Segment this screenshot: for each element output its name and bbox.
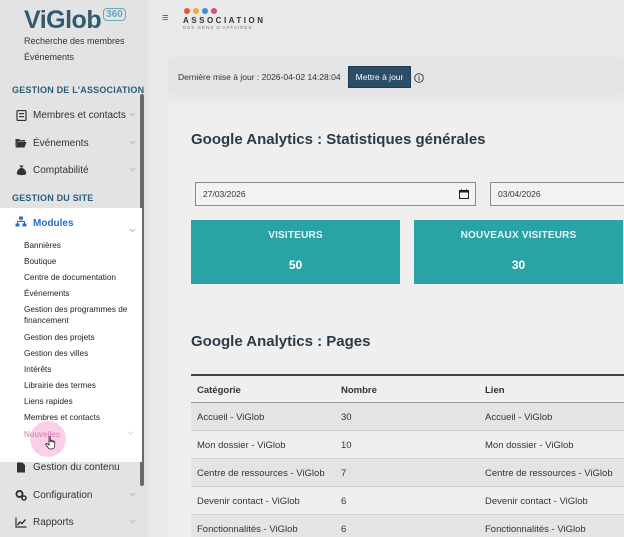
menu-item-label: Gestion du contenu [33, 461, 120, 473]
gears-icon [15, 489, 27, 501]
link-evenements[interactable]: Événements [24, 52, 74, 62]
link-recherche-membres[interactable]: Recherche des membres [24, 36, 125, 46]
date-to-input[interactable]: 03/04/2026 [490, 182, 624, 206]
update-button[interactable]: Mettre à jour [348, 66, 411, 88]
menu-item-comptabilite[interactable]: Comptabilité [0, 158, 142, 182]
chevron-down-icon [129, 221, 136, 239]
date-to-value: 03/04/2026 [498, 189, 541, 199]
line-chart-icon [15, 516, 27, 528]
column-header-categorie[interactable]: Catégorie [197, 385, 241, 396]
submenu-item-liens-rapides[interactable]: Liens rapides [24, 396, 136, 407]
menu-item-label: Événements [33, 137, 89, 149]
association-subtitle: DES GENS D'AFFAIRES [183, 25, 253, 30]
hand-cursor-icon [45, 436, 57, 455]
chevron-down-icon [129, 517, 136, 528]
visitors-value: 50 [288, 258, 303, 272]
date-from-value: 27/03/2026 [203, 189, 246, 199]
cell-nombre: 6 [341, 524, 347, 535]
menu-item-label: Configuration [33, 489, 93, 501]
sidebar: ViGlob 360 Recherche des membres Événeme… [0, 0, 148, 537]
page-icon [15, 461, 27, 473]
section-title-site: GESTION DU SITE [12, 193, 94, 203]
chevron-down-icon [127, 424, 134, 442]
submenu-item-interets[interactable]: Intérêts [24, 364, 136, 375]
submenu-item-bannieres[interactable]: Bannières [24, 240, 136, 251]
cell-nombre: 30 [341, 412, 352, 423]
info-circle-icon[interactable] [414, 70, 424, 88]
column-header-lien[interactable]: Lien [485, 385, 505, 396]
logo-dot [202, 8, 208, 14]
cell-categorie: Fonctionnalités - ViGlob [197, 524, 298, 535]
cell-categorie: Accueil - ViGlob [197, 412, 265, 423]
cell-nombre: 6 [341, 496, 347, 507]
menu-item-evenements[interactable]: Événements [0, 131, 142, 155]
chevron-down-icon [129, 138, 136, 149]
folder-open-icon [15, 137, 27, 149]
menu-item-label: Membres et contacts [33, 109, 126, 121]
new-visitors-card: NOUVEAUX VISITEURS 30 [414, 220, 623, 284]
chevron-down-icon [129, 110, 136, 121]
new-visitors-value: 30 [511, 258, 526, 272]
cell-lien[interactable]: Mon dossier - ViGlob [485, 440, 574, 451]
cell-lien[interactable]: Fonctionnalités - ViGlob [485, 524, 586, 535]
pages-section-title: Google Analytics : Pages [191, 333, 371, 350]
cell-nombre: 7 [341, 468, 347, 479]
table-row: Centre de ressources - ViGlob 7 Centre d… [191, 459, 624, 487]
table-row: Mon dossier - ViGlob 10 Mon dossier - Vi… [191, 431, 624, 459]
association-name: ASSOCIATION [183, 16, 266, 25]
logo-dot [184, 8, 190, 14]
menu-item-rapports[interactable]: Rapports [0, 510, 142, 534]
menu-item-label: Rapports [33, 516, 74, 528]
calendar-icon[interactable] [459, 189, 469, 201]
submenu-item-programmes-financement[interactable]: Gestion des programmes de financement [24, 304, 136, 326]
new-visitors-label: NOUVEAUX VISITEURS [460, 230, 577, 241]
modules-label: Modules [33, 217, 74, 229]
cell-nombre: 10 [341, 440, 352, 451]
chevron-down-icon [129, 165, 136, 176]
visitors-card: VISITEURS 50 [191, 220, 400, 284]
logo-text: ViGlob [24, 5, 102, 34]
submenu-item-gestion-villes[interactable]: Gestion des villes [24, 348, 136, 359]
topbar: ≡ ASSOCIATION DES GENS D'AFFAIRES [148, 0, 624, 38]
cell-lien[interactable]: Accueil - ViGlob [485, 412, 552, 423]
submenu-item-evenements[interactable]: Événements [24, 288, 136, 299]
logo-badge: 360 [103, 7, 126, 21]
visitors-label: VISITEURS [268, 230, 323, 241]
submenu-item-boutique[interactable]: Boutique [24, 256, 136, 267]
menu-item-modules[interactable]: Modules [15, 216, 74, 230]
submenu-item-gestion-projets[interactable]: Gestion des projets [24, 332, 136, 343]
table-row: Fonctionnalités - ViGlob 6 Fonctionnalit… [191, 515, 624, 537]
cell-lien[interactable]: Devenir contact - ViGlob [485, 496, 588, 507]
table-row: Accueil - ViGlob 30 Accueil - ViGlob [191, 403, 624, 431]
cell-categorie: Centre de ressources - ViGlob [197, 468, 325, 479]
table-row: Devenir contact - ViGlob 6 Devenir conta… [191, 487, 624, 515]
update-bar: Dernière mise à jour : 2026-04-02 14:28:… [168, 57, 624, 95]
menu-item-label: Comptabilité [33, 164, 89, 176]
submenu-item-centre-documentation[interactable]: Centre de documentation [24, 272, 136, 283]
cell-categorie: Devenir contact - ViGlob [197, 496, 300, 507]
modules-submenu-panel: Modules Bannières Boutique Centre de doc… [0, 208, 142, 462]
logo-dot [193, 8, 199, 14]
menu-item-configuration[interactable]: Configuration [0, 483, 142, 507]
column-header-nombre[interactable]: Nombre [341, 385, 377, 396]
logo-dot [211, 8, 217, 14]
menu-item-membres-contacts[interactable]: Membres et contacts [0, 103, 142, 127]
money-bag-icon [15, 164, 27, 176]
date-from-input[interactable]: 27/03/2026 [195, 182, 476, 206]
last-update-label: Dernière mise à jour : 2026-04-02 14:28:… [178, 72, 341, 82]
pages-table-header: Catégorie Nombre Lien [191, 374, 624, 403]
stats-section-title: Google Analytics : Statistiques générale… [191, 131, 486, 148]
hamburger-menu-icon[interactable]: ≡ [162, 12, 168, 24]
section-title-association: GESTION DE L'ASSOCIATION [12, 85, 145, 95]
submenu-item-librairie-termes[interactable]: Librairie des termes [24, 380, 136, 391]
viglob-logo[interactable]: ViGlob 360 [24, 6, 126, 34]
association-logo-dots [184, 8, 217, 14]
cell-categorie: Mon dossier - ViGlob [197, 440, 286, 451]
id-card-icon [15, 109, 27, 121]
cell-lien[interactable]: Centre de ressources - ViGlob [485, 468, 613, 479]
sitemap-icon [15, 216, 27, 230]
chevron-down-icon [129, 490, 136, 501]
